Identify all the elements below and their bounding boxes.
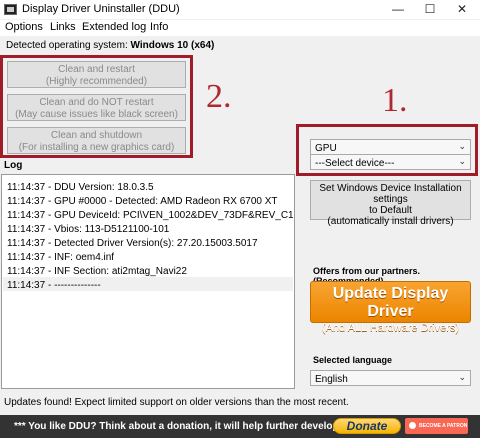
log-list[interactable]: 11:14:37 - DDU Version: 18.0.3.5 11:14:3… (1, 174, 295, 389)
log-line: 11:14:37 - INF Section: ati2mtag_Navi22 (7, 266, 187, 277)
menu-links[interactable]: Links (50, 21, 76, 33)
patreon-label: BECOME A PATRON (419, 423, 468, 429)
device-value: ---Select device--- (315, 158, 395, 169)
donate-button[interactable]: Donate (333, 418, 401, 434)
menu-options[interactable]: Options (5, 21, 43, 33)
minimize-button[interactable]: — (384, 1, 412, 18)
step-1-annotation: 1. (382, 82, 408, 119)
windows-settings-label-2: to Default (369, 205, 412, 216)
log-line: 11:14:37 - DDU Version: 18.0.3.5 (7, 182, 154, 193)
log-line: 11:14:37 - GPU #0000 - Detected: AMD Rad… (7, 196, 278, 207)
set-windows-device-installation-button[interactable]: Set Windows Device Installation settings… (310, 180, 471, 227)
chevron-down-icon: ⌄ (458, 372, 466, 382)
clean-no-restart-sublabel: (May cause issues like black screen) (15, 109, 178, 120)
donation-message: *** You like DDU? Think about a donation… (14, 421, 380, 432)
windows-settings-label-3: (automatically install drivers) (327, 216, 454, 227)
device-type-value: GPU (315, 143, 337, 154)
patreon-button[interactable]: BECOME A PATRON (405, 418, 468, 434)
clean-shutdown-sublabel: (For installing a new graphics card) (18, 142, 175, 153)
close-button[interactable]: ✕ (448, 1, 476, 18)
title-bar: Display Driver Uninstaller (DDU) — ☐ ✕ (0, 0, 480, 19)
windows-settings-label-1: Set Windows Device Installation settings (319, 183, 462, 205)
clean-restart-label: Clean and restart (58, 64, 135, 75)
chevron-down-icon: ⌄ (458, 141, 466, 151)
clean-no-restart-label: Clean and do NOT restart (39, 97, 154, 108)
log-line: 11:14:37 - Detected Driver Version(s): 2… (7, 238, 258, 249)
log-label: Log (4, 160, 23, 171)
language-value: English (315, 374, 348, 385)
menu-extended-log[interactable]: Extended log (82, 21, 146, 33)
language-label: Selected language (313, 355, 393, 365)
language-select[interactable]: English ⌄ (310, 370, 471, 386)
clean-restart-sublabel: (Highly recommended) (45, 76, 148, 87)
window-title: Display Driver Uninstaller (DDU) (22, 3, 180, 15)
chevron-down-icon: ⌄ (458, 156, 466, 166)
log-line: 11:14:37 - GPU DeviceId: PCI\VEN_1002&DE… (7, 210, 294, 221)
log-line: 11:14:37 - -------------- (7, 280, 101, 291)
menu-info[interactable]: Info (150, 21, 168, 33)
ddu-app-icon (4, 4, 17, 15)
donation-bar: *** You like DDU? Think about a donation… (0, 415, 480, 438)
update-driver-subtitle: (And ALL Hardware Drivers) (321, 322, 460, 334)
detected-os-label: Detected operating system: (6, 40, 131, 51)
clean-no-restart-button[interactable]: Clean and do NOT restart (May cause issu… (7, 94, 186, 121)
clean-shutdown-label: Clean and shutdown (50, 130, 143, 141)
update-driver-title: Update Display Driver (332, 285, 449, 320)
clean-and-restart-button[interactable]: Clean and restart (Highly recommended) (7, 61, 186, 88)
detected-os-value: Windows 10 (x64) (130, 40, 215, 51)
detected-os: Detected operating system: Windows 10 (x… (6, 40, 214, 51)
update-display-driver-button[interactable]: Update Display Driver (And ALL Hardware … (310, 281, 471, 334)
step-2-annotation: 2. (206, 78, 232, 115)
status-text: Updates found! Expect limited support on… (4, 397, 349, 408)
maximize-button[interactable]: ☐ (416, 1, 444, 18)
log-line: 11:14:37 - INF: oem4.inf (7, 252, 115, 263)
clean-and-shutdown-button[interactable]: Clean and shutdown (For installing a new… (7, 127, 186, 154)
menu-bar: Options Links Extended log Info (0, 20, 480, 36)
patreon-icon (409, 422, 416, 429)
device-select[interactable]: ---Select device--- ⌄ (310, 154, 471, 170)
device-type-select[interactable]: GPU ⌄ (310, 139, 471, 155)
log-line: 11:14:37 - Vbios: 113-D5121100-101 (7, 224, 170, 235)
